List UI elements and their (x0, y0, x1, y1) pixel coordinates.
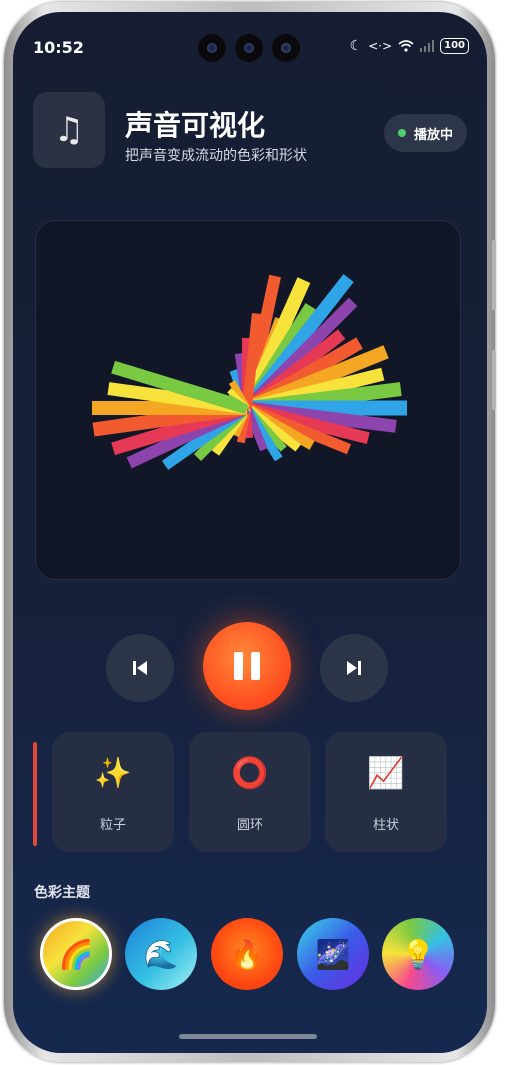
rainbow-icon: 🌈 (58, 937, 94, 971)
previous-button[interactable] (106, 634, 174, 702)
status-badge-label: 播放中 (413, 127, 453, 143)
theme-section-title: 色彩主题 (34, 885, 90, 901)
visual-mode-selector: ✨ 粒子 ⭕ 圆环 📈 柱状 (13, 730, 487, 854)
home-indicator (179, 1034, 317, 1039)
status-time: 10:52 (33, 38, 84, 57)
signal-icon (420, 40, 435, 52)
app-header: ♫ 声音可视化 把声音变成流动的色彩和形状 播放中 (33, 92, 467, 172)
page-subtitle: 把声音变成流动的色彩和形状 (125, 148, 307, 164)
skip-next-icon (347, 661, 361, 675)
music-note-icon: ♫ (33, 92, 105, 168)
ring-icon: ⭕ (231, 756, 269, 791)
pause-button[interactable] (203, 622, 291, 710)
theme-rainbow-button[interactable]: 🌈 (40, 918, 112, 990)
fire-icon: 🔥 (229, 937, 265, 971)
light-bulb-icon: 💡 (400, 937, 436, 971)
camera-icon (235, 34, 263, 62)
power-button (492, 350, 496, 410)
skip-previous-icon (133, 661, 147, 675)
chart-trend-icon: 📈 (367, 756, 405, 791)
visualizer-panel[interactable] (35, 220, 461, 580)
app-screen: 10:52 ☾ <·> 100 ♫ 声音可视化 把声音变成流动的色彩和形状 播放… (13, 12, 487, 1053)
playing-status-badge[interactable]: 播放中 (383, 114, 467, 152)
next-button[interactable] (320, 634, 388, 702)
volume-button (492, 240, 496, 310)
mode-card-bars[interactable]: 📈 柱状 (325, 732, 447, 852)
playback-controls (13, 622, 487, 722)
mode-label: 柱状 (372, 818, 399, 833)
sparkles-icon: ✨ (94, 756, 132, 791)
page-title: 声音可视化 (125, 109, 266, 142)
battery-icon: 100 (440, 38, 469, 54)
night-sky-icon: 🌌 (315, 937, 351, 971)
theme-galaxy-button[interactable]: 🌌 (297, 918, 369, 990)
wave-icon: 🌊 (143, 937, 179, 971)
moon-icon: ☾ (349, 38, 363, 54)
theme-ocean-button[interactable]: 🌊 (125, 918, 197, 990)
mode-card-ring[interactable]: ⭕ 圆环 (189, 732, 311, 852)
mode-card-particles[interactable]: ✨ 粒子 (52, 732, 174, 852)
data-transfer-icon: <·> (368, 39, 393, 53)
mode-scroll-indicator (33, 742, 37, 846)
camera-icon (272, 34, 300, 62)
theme-neon-button[interactable]: 💡 (382, 918, 454, 990)
mode-label: 粒子 (99, 818, 126, 833)
status-icons: ☾ <·> 100 (350, 38, 469, 54)
status-bar: 10:52 ☾ <·> 100 (13, 12, 487, 62)
status-dot-icon (397, 129, 406, 137)
camera-icon (198, 34, 226, 62)
theme-fire-button[interactable]: 🔥 (211, 918, 283, 990)
visualizer-canvas (92, 273, 407, 470)
mode-label: 圆环 (236, 818, 263, 833)
wifi-icon (398, 40, 414, 52)
